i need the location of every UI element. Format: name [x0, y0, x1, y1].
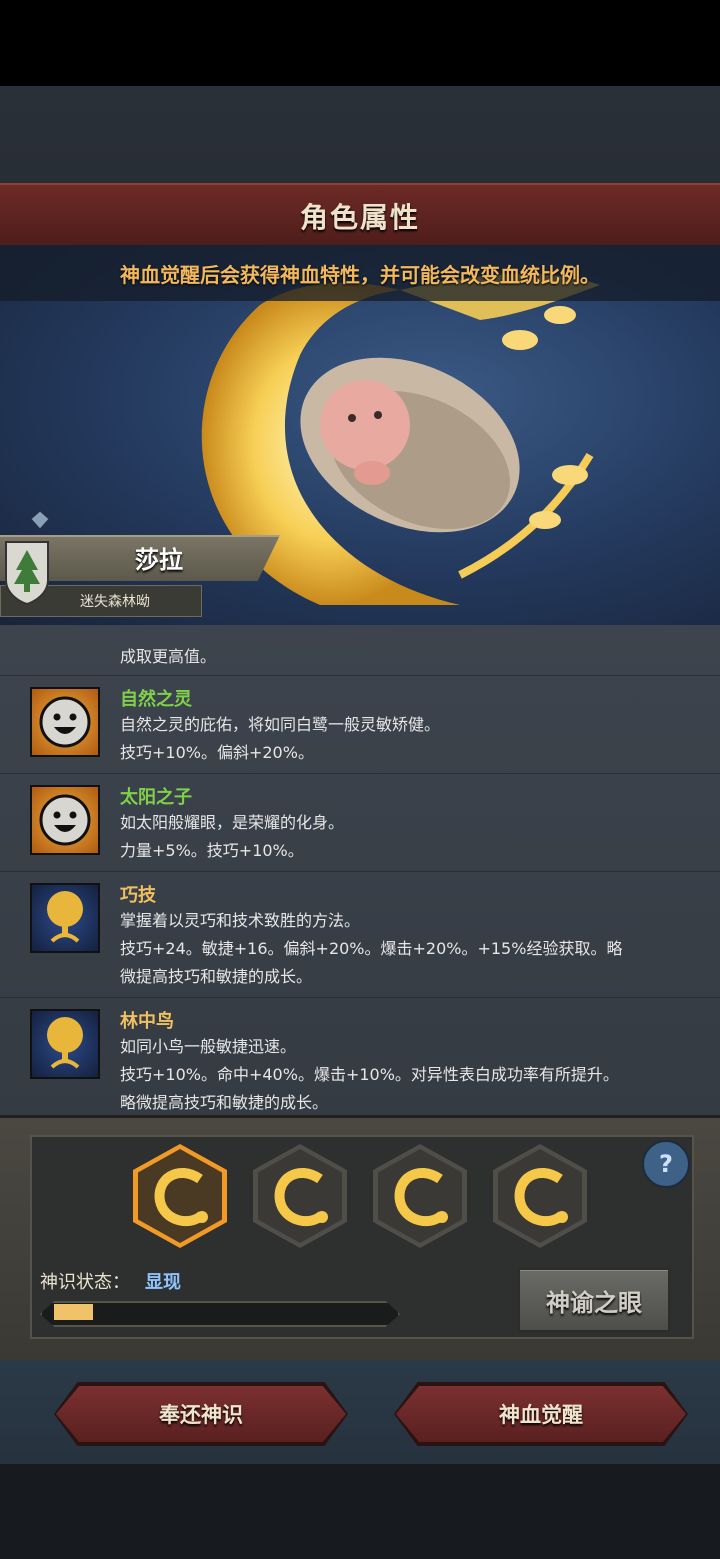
blood-awaken-button[interactable]: 神血觉醒 — [396, 1386, 686, 1442]
smiley-face-icon — [30, 785, 100, 855]
top-black-band — [0, 0, 720, 86]
list-item[interactable]: 林中鸟 如同小鸟一般敏捷迅速。 技巧+10%。命中+40%。爆击+10%。对异性… — [0, 999, 720, 1115]
title-banner: 角色属性 — [0, 183, 720, 249]
trait-name: 太阳之子 — [120, 787, 192, 808]
trait-desc-line: 如同小鸟一般敏捷迅速。 — [120, 1037, 297, 1056]
awakening-notice: 神血觉醒后会获得神血特性，并可能会改变血统比例。 — [0, 245, 720, 301]
pine-tree-shield-icon — [4, 540, 50, 606]
trait-name: 自然之灵 — [120, 689, 192, 710]
blood-awaken-label: 神血觉醒 — [499, 1403, 583, 1427]
return-deity-label: 奉还神识 — [159, 1403, 243, 1427]
page-title: 角色属性 — [299, 201, 420, 234]
trait-effect-line: 技巧+24。敏捷+16。偏斜+20%。爆击+20%。+15%经验获取。略 — [120, 939, 623, 958]
trait-effect-line: 略微提高技巧和敏捷的成长。 — [120, 1093, 329, 1112]
trait-desc-line: 掌握着以灵巧和技术致胜的方法。 — [120, 911, 361, 930]
list-item[interactable]: 太阳之子 如太阳般耀眼，是荣耀的化身。 力量+5%。技巧+10%。 — [0, 775, 720, 872]
golden-tree-icon — [30, 883, 100, 953]
trait-effect-line: 微提高技巧和敏捷的成长。 — [120, 967, 313, 986]
notice-text: 神血觉醒后会获得神血特性，并可能会改变血统比例。 — [120, 262, 600, 287]
question-mark-icon: ? — [659, 1150, 673, 1178]
status-label: 神识状态： — [40, 1272, 130, 1293]
character-name: 莎拉 — [135, 546, 183, 574]
trait-effect-line: 力量+5%。技巧+10%。 — [120, 841, 304, 860]
trait-effect-line: 技巧+10%。偏斜+20%。 — [120, 743, 314, 762]
trait-desc-line: 自然之灵的庇佑，将如同白鹭一般灵敏矫健。 — [120, 715, 441, 734]
smiley-face-icon — [30, 687, 100, 757]
help-button[interactable]: ? — [642, 1140, 690, 1188]
trait-effect-line: 技巧+10%。命中+40%。爆击+10%。对异性表白成功率有所提升。 — [120, 1065, 619, 1084]
oracle-eye-button[interactable]: 神谕之眼 — [518, 1268, 670, 1332]
trait-desc-tail: 成取更高值。 — [120, 647, 217, 666]
return-deity-button[interactable]: 奉还神识 — [56, 1386, 346, 1442]
status-value: 显现 — [145, 1272, 181, 1293]
list-item[interactable]: 自然之灵 自然之灵的庇佑，将如同白鹭一般灵敏矫健。 技巧+10%。偏斜+20%。 — [0, 677, 720, 774]
bottom-band — [0, 1464, 720, 1559]
golden-tree-icon — [30, 1009, 100, 1079]
trait-desc-line: 如太阳般耀眼，是荣耀的化身。 — [120, 813, 345, 832]
list-item[interactable]: 巧技 掌握着以灵巧和技术致胜的方法。 技巧+24。敏捷+16。偏斜+20%。爆击… — [0, 873, 720, 998]
trait-list[interactable]: 成取更高值。 自然之灵 自然之灵的庇佑，将如同白鹭一般灵敏矫健。 技巧+10%。… — [0, 625, 720, 1115]
list-item: 成取更高值。 — [0, 625, 720, 676]
progress-bar — [40, 1301, 400, 1327]
gem-icon — [30, 510, 50, 530]
trait-name: 林中鸟 — [120, 1011, 174, 1032]
oracle-eye-label: 神谕之眼 — [546, 1288, 642, 1317]
trait-name: 巧技 — [120, 885, 156, 906]
character-origin: 迷失森林呦 — [80, 594, 150, 610]
progress-fill — [54, 1304, 93, 1320]
